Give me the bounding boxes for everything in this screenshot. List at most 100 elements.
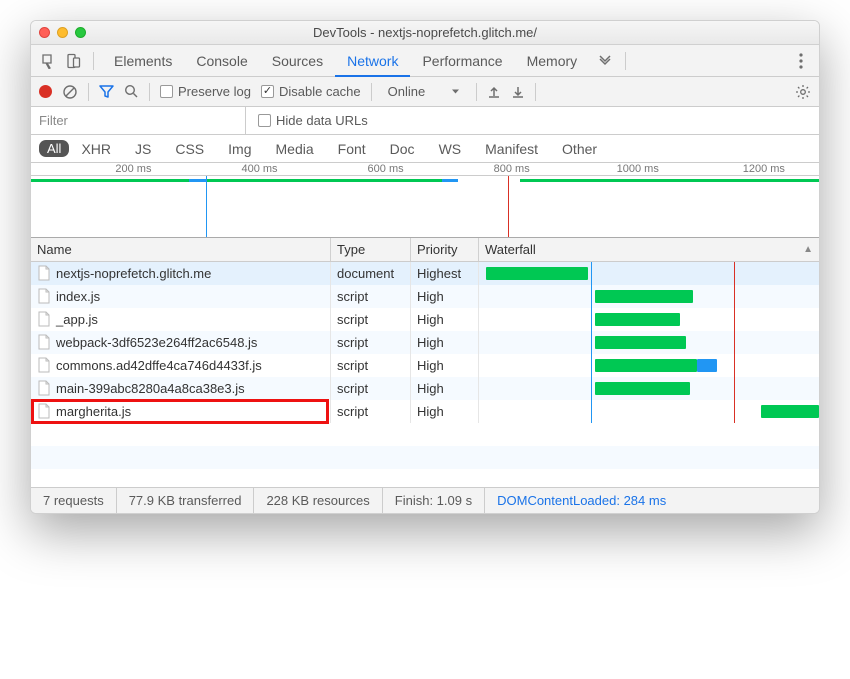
device-toolbar-icon[interactable]: [61, 49, 85, 73]
network-toolbar: Preserve log Disable cache Online: [31, 77, 819, 107]
ruler-tick: 1200 ms: [743, 163, 785, 175]
type-filter-js[interactable]: JS: [135, 141, 151, 157]
tab-network[interactable]: Network: [335, 45, 410, 77]
overview-bar: [31, 179, 189, 182]
waterfall-bar: [697, 359, 717, 372]
tab-console[interactable]: Console: [184, 45, 259, 77]
file-icon: [37, 357, 51, 373]
type-filter-doc[interactable]: Doc: [390, 141, 415, 157]
type-filter-other[interactable]: Other: [562, 141, 597, 157]
waterfall-bar: [486, 267, 588, 280]
col-header-priority[interactable]: Priority: [411, 238, 479, 261]
table-empty-area: [31, 423, 819, 487]
cell-name: nextjs-noprefetch.glitch.me: [31, 262, 331, 285]
waterfall-marker: [734, 331, 735, 354]
table-row[interactable]: index.jsscriptHigh: [31, 285, 819, 308]
waterfall-marker: [591, 308, 592, 331]
waterfall-marker: [734, 400, 735, 423]
tab-elements[interactable]: Elements: [102, 45, 184, 77]
file-icon: [37, 403, 51, 419]
overview-timeline[interactable]: [31, 176, 819, 238]
waterfall-bar: [595, 382, 690, 395]
main-tabs-bar: ElementsConsoleSourcesNetworkPerformance…: [31, 45, 819, 77]
cell-name: index.js: [31, 285, 331, 308]
type-filter-font[interactable]: Font: [338, 141, 366, 157]
type-filter-img[interactable]: Img: [228, 141, 251, 157]
divider: [149, 83, 150, 101]
cell-type: script: [331, 285, 411, 308]
more-tabs-icon[interactable]: [593, 49, 617, 73]
cell-name: _app.js: [31, 308, 331, 331]
titlebar: DevTools - nextjs-noprefetch.glitch.me/: [31, 21, 819, 45]
cell-type: script: [331, 331, 411, 354]
ruler-tick: 800 ms: [494, 163, 530, 175]
window-title: DevTools - nextjs-noprefetch.glitch.me/: [31, 25, 819, 40]
preserve-log-checkbox[interactable]: Preserve log: [160, 84, 251, 99]
tab-memory[interactable]: Memory: [515, 45, 590, 77]
overview-bar: [189, 179, 206, 182]
waterfall-marker: [734, 377, 735, 400]
cell-name: margherita.js: [31, 400, 331, 423]
table-row[interactable]: nextjs-noprefetch.glitch.medocumentHighe…: [31, 262, 819, 285]
request-table: Name Type Priority Waterfall ▲ nextjs-no…: [31, 238, 819, 487]
cell-waterfall: [479, 308, 819, 331]
waterfall-marker: [591, 331, 592, 354]
table-row[interactable]: main-399abc8280a4a8ca38e3.jsscriptHigh: [31, 377, 819, 400]
cell-waterfall: [479, 285, 819, 308]
col-header-name[interactable]: Name: [31, 238, 331, 261]
waterfall-marker: [734, 285, 735, 308]
cell-waterfall: [479, 377, 819, 400]
table-row[interactable]: webpack-3df6523e264ff2ac6548.jsscriptHig…: [31, 331, 819, 354]
tab-sources[interactable]: Sources: [260, 45, 335, 77]
type-filter-manifest[interactable]: Manifest: [485, 141, 538, 157]
inspect-element-icon[interactable]: [37, 49, 61, 73]
waterfall-marker: [591, 262, 592, 285]
waterfall-bar: [595, 290, 694, 303]
overview-bar: [520, 179, 819, 182]
type-filter-media[interactable]: Media: [276, 141, 314, 157]
cell-type: script: [331, 377, 411, 400]
upload-har-icon[interactable]: [487, 85, 501, 99]
throttling-select[interactable]: Online: [382, 84, 467, 99]
status-domcontentloaded[interactable]: DOMContentLoaded: 284 ms: [485, 488, 678, 513]
table-row[interactable]: margherita.jsscriptHigh: [31, 400, 819, 423]
type-filter-css[interactable]: CSS: [175, 141, 204, 157]
settings-icon[interactable]: [795, 84, 811, 100]
cell-name: commons.ad42dffe4ca746d4433f.js: [31, 354, 331, 377]
table-row[interactable]: commons.ad42dffe4ca746d4433f.jsscriptHig…: [31, 354, 819, 377]
preserve-log-label: Preserve log: [178, 84, 251, 99]
cell-priority: High: [411, 308, 479, 331]
col-header-type[interactable]: Type: [331, 238, 411, 261]
file-icon: [37, 288, 51, 304]
search-icon[interactable]: [124, 84, 139, 99]
status-transferred: 77.9 KB transferred: [117, 488, 255, 513]
divider: [476, 83, 477, 101]
overview-marker: [508, 176, 509, 237]
col-header-waterfall[interactable]: Waterfall ▲: [479, 238, 819, 261]
file-icon: [37, 265, 51, 281]
overview-marker: [206, 176, 207, 237]
table-row[interactable]: _app.jsscriptHigh: [31, 308, 819, 331]
status-resources: 228 KB resources: [254, 488, 382, 513]
disable-cache-checkbox[interactable]: Disable cache: [261, 84, 361, 99]
cell-waterfall: [479, 400, 819, 423]
filter-input[interactable]: [31, 107, 246, 134]
waterfall-marker: [734, 308, 735, 331]
hide-data-urls-checkbox[interactable]: Hide data URLs: [258, 113, 368, 128]
waterfall-bar: [761, 405, 819, 418]
throttling-value: Online: [388, 84, 426, 99]
tab-performance[interactable]: Performance: [410, 45, 514, 77]
clear-icon[interactable]: [62, 84, 78, 100]
download-har-icon[interactable]: [511, 85, 525, 99]
record-button[interactable]: [39, 85, 52, 98]
cell-type: script: [331, 400, 411, 423]
type-filter-ws[interactable]: WS: [439, 141, 462, 157]
cell-waterfall: [479, 262, 819, 285]
overview-bar: [442, 179, 458, 182]
kebab-menu-icon[interactable]: [789, 49, 813, 73]
cell-priority: High: [411, 285, 479, 308]
filter-icon[interactable]: [99, 84, 114, 99]
type-filter-all[interactable]: All: [39, 140, 69, 157]
type-filter-xhr[interactable]: XHR: [81, 141, 111, 157]
divider: [88, 83, 89, 101]
